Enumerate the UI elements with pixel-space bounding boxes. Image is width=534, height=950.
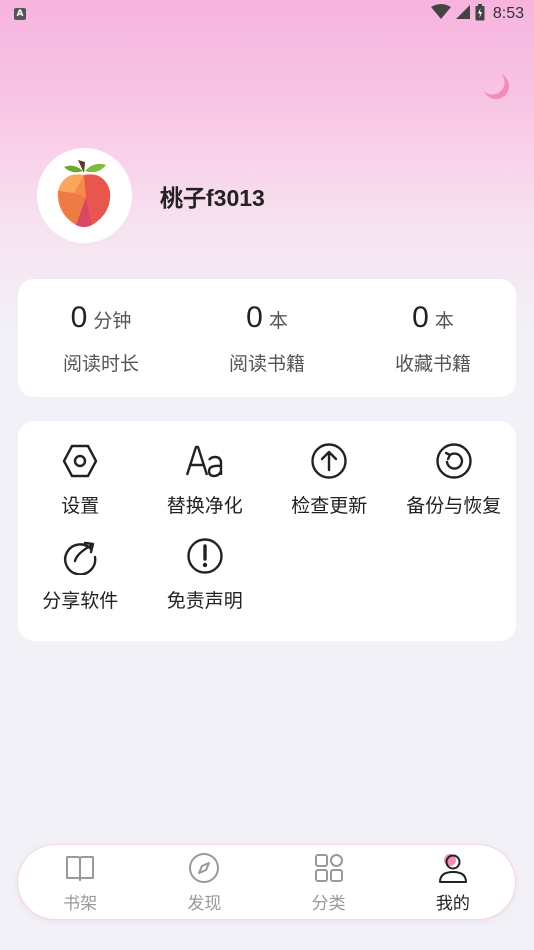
menu-check-update-button[interactable]: 检查更新 [267, 441, 392, 518]
stat-label: 阅读时长 [62, 352, 139, 375]
arrow-up-circle-icon [309, 441, 349, 481]
menu-backup-restore-button[interactable]: 备份与恢复 [392, 441, 517, 518]
menu-label: 备份与恢复 [406, 495, 502, 517]
nav-discover-tab[interactable]: 发现 [142, 851, 266, 914]
reading-stats-card: 0 分钟 阅读时长 0 本 阅读书籍 0 本 收藏书籍 [18, 279, 516, 397]
bottom-navigation: 书架 发现 分类 我的 [18, 845, 515, 919]
status-bar: A 8:53 [0, 0, 534, 28]
stat-unit: 本 [434, 309, 454, 332]
nav-mine-tab[interactable]: 我的 [391, 851, 515, 914]
stat-reading-time[interactable]: 0 分钟 阅读时长 [18, 301, 184, 376]
nav-label: 发现 [187, 893, 222, 914]
menu-settings-button[interactable]: 设置 [18, 441, 143, 518]
nav-label: 分类 [311, 893, 346, 914]
menu-label: 免责声明 [166, 590, 243, 612]
menu-label: 检查更新 [291, 495, 368, 517]
stat-unit: 分钟 [93, 309, 132, 332]
nav-label: 书架 [63, 893, 98, 914]
grid-icon [312, 851, 346, 885]
moon-icon [481, 71, 513, 107]
stat-value: 0 [70, 300, 88, 334]
stat-unit: 本 [268, 309, 288, 332]
user-icon [436, 851, 470, 885]
nav-label: 我的 [435, 893, 470, 914]
menu-label: 分享软件 [42, 590, 119, 612]
restore-circle-icon [434, 441, 474, 481]
settings-hexagon-icon [60, 441, 100, 481]
stat-value: 0 [412, 300, 429, 334]
profile-header[interactable]: 桃子f3013 [37, 148, 265, 243]
compass-icon [187, 851, 221, 885]
stat-books-read[interactable]: 0 本 阅读书籍 [184, 301, 350, 376]
menu-share-app-button[interactable]: 分享软件 [18, 536, 143, 613]
stat-label: 阅读书籍 [228, 352, 305, 375]
app-notification-icon: A [14, 8, 26, 20]
wifi-icon [430, 4, 451, 24]
stat-value: 0 [246, 300, 263, 334]
menu-label: 设置 [61, 495, 100, 517]
stat-books-favorited[interactable]: 0 本 收藏书籍 [350, 301, 516, 376]
exclamation-circle-icon [185, 536, 225, 576]
menu-label: 替换净化 [166, 495, 243, 517]
function-menu-card: 设置 替换净化 检查更新 备份与恢复 分享软件 免责声明 [18, 421, 516, 641]
stat-label: 收藏书籍 [394, 352, 471, 375]
nav-bookshelf-tab[interactable]: 书架 [18, 851, 142, 914]
username: 桃子f3013 [160, 184, 265, 211]
font-aa-icon [185, 441, 225, 481]
peach-logo-icon [54, 157, 116, 235]
battery-icon [475, 3, 485, 25]
nav-category-tab[interactable]: 分类 [267, 851, 391, 914]
night-mode-toggle[interactable] [480, 72, 514, 106]
menu-replace-purify-button[interactable]: 替换净化 [143, 441, 268, 518]
book-icon [63, 851, 97, 885]
menu-disclaimer-button[interactable]: 免责声明 [143, 536, 268, 613]
cell-signal-icon [455, 4, 471, 24]
avatar[interactable] [37, 148, 132, 243]
share-rotate-icon [60, 536, 100, 576]
status-time: 8:53 [492, 5, 524, 22]
status-indicators: 8:53 [430, 3, 524, 25]
